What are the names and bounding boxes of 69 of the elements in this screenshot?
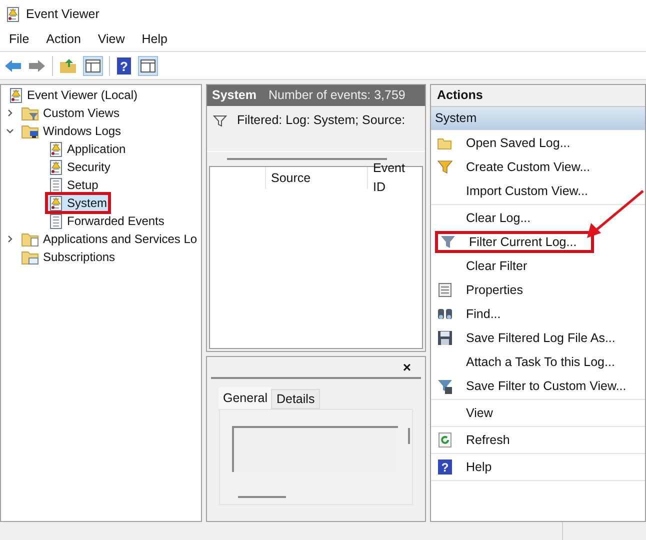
folder-up-icon[interactable] [59, 58, 77, 74]
funnel-icon [213, 114, 227, 128]
app-icon [6, 6, 20, 22]
properties-icon [437, 282, 453, 298]
command-item[interactable]: Save Filter to Custom View... [435, 375, 640, 397]
refresh-icon [437, 432, 453, 448]
horizontal-scrollbar[interactable] [227, 158, 387, 160]
command-item[interactable]: Properties [435, 279, 537, 301]
forward-arrow-icon[interactable] [28, 58, 46, 72]
menu-item[interactable]: Help [142, 30, 168, 49]
filter-description: Filtered: Log: System; Source: [237, 112, 406, 129]
column-header[interactable]: Source [266, 167, 368, 189]
command-item[interactable]: ? Help [435, 456, 506, 478]
command-item[interactable]: Import Custom View... [435, 180, 602, 202]
command-item[interactable]: Clear Filter [435, 255, 542, 277]
menu-item[interactable]: File [9, 30, 30, 49]
command-item[interactable]: Filter Current Log... [435, 231, 594, 253]
window-title: Event Viewer [26, 6, 100, 23]
actions-header: Actions [431, 85, 645, 107]
log-icon [49, 178, 63, 192]
help-icon: ? [437, 459, 453, 475]
folder-icon [21, 231, 39, 247]
tree-item[interactable]: Applications and Services Lo [19, 230, 200, 248]
folder-computer-icon [21, 123, 39, 139]
command-item[interactable]: Open Saved Log... [435, 132, 584, 154]
panel-toggle-icon[interactable] [83, 56, 103, 76]
expand-chevron-icon[interactable] [6, 235, 14, 243]
binoculars-icon [437, 306, 453, 322]
tree-item[interactable]: Forwarded Events [47, 212, 166, 230]
tree-item[interactable]: Custom Views [19, 104, 122, 122]
event-count: Number of events: 3,759 [268, 87, 406, 104]
tree-item[interactable]: Event Viewer (Local) [7, 86, 140, 104]
log-title: System [212, 87, 256, 104]
command-item[interactable]: Attach a Task To this Log... [435, 351, 629, 373]
pointer-arrow [585, 189, 645, 241]
panel-toggle-icon[interactable] [138, 56, 158, 76]
folder-filter-icon [21, 105, 39, 121]
tree-item[interactable]: System [47, 194, 110, 212]
help-icon[interactable]: ? [116, 56, 132, 74]
tree-item[interactable]: Windows Logs [19, 122, 124, 140]
tab[interactable]: Details [271, 389, 320, 409]
back-arrow-icon[interactable] [4, 58, 22, 72]
tree-item[interactable]: Application [47, 140, 128, 158]
vertical-scrollbar[interactable] [408, 428, 410, 444]
horizontal-scrollbar[interactable] [238, 496, 286, 498]
log-warning-icon [49, 196, 63, 210]
log-icon [49, 214, 63, 228]
command-item[interactable]: Refresh [435, 429, 524, 451]
menu-item[interactable]: Action [46, 30, 81, 49]
command-item[interactable]: Save Filtered Log File As... [435, 327, 630, 349]
command-item[interactable]: Clear Log... [435, 207, 545, 229]
command-item[interactable]: Find... [435, 303, 515, 325]
funnel-icon [437, 159, 453, 175]
log-warning-icon [49, 142, 63, 156]
tree-item[interactable]: Security [47, 158, 112, 176]
collapse-chevron-icon[interactable] [6, 127, 14, 135]
log-warning-icon [49, 160, 63, 174]
tree-item[interactable]: Subscriptions [19, 248, 118, 266]
command-item[interactable]: View [435, 402, 507, 424]
event-log-icon [9, 88, 23, 102]
actions-section-header[interactable]: System [431, 107, 645, 130]
tab[interactable]: General [219, 387, 272, 409]
menu-item[interactable]: View [98, 30, 125, 49]
expand-chevron-icon[interactable] [6, 109, 14, 117]
tree-item[interactable]: Setup [47, 176, 100, 194]
folder-icon [21, 249, 39, 265]
command-item[interactable]: Create Custom View... [435, 156, 604, 178]
funnel-icon [440, 234, 456, 250]
close-button[interactable]: × [402, 360, 411, 374]
